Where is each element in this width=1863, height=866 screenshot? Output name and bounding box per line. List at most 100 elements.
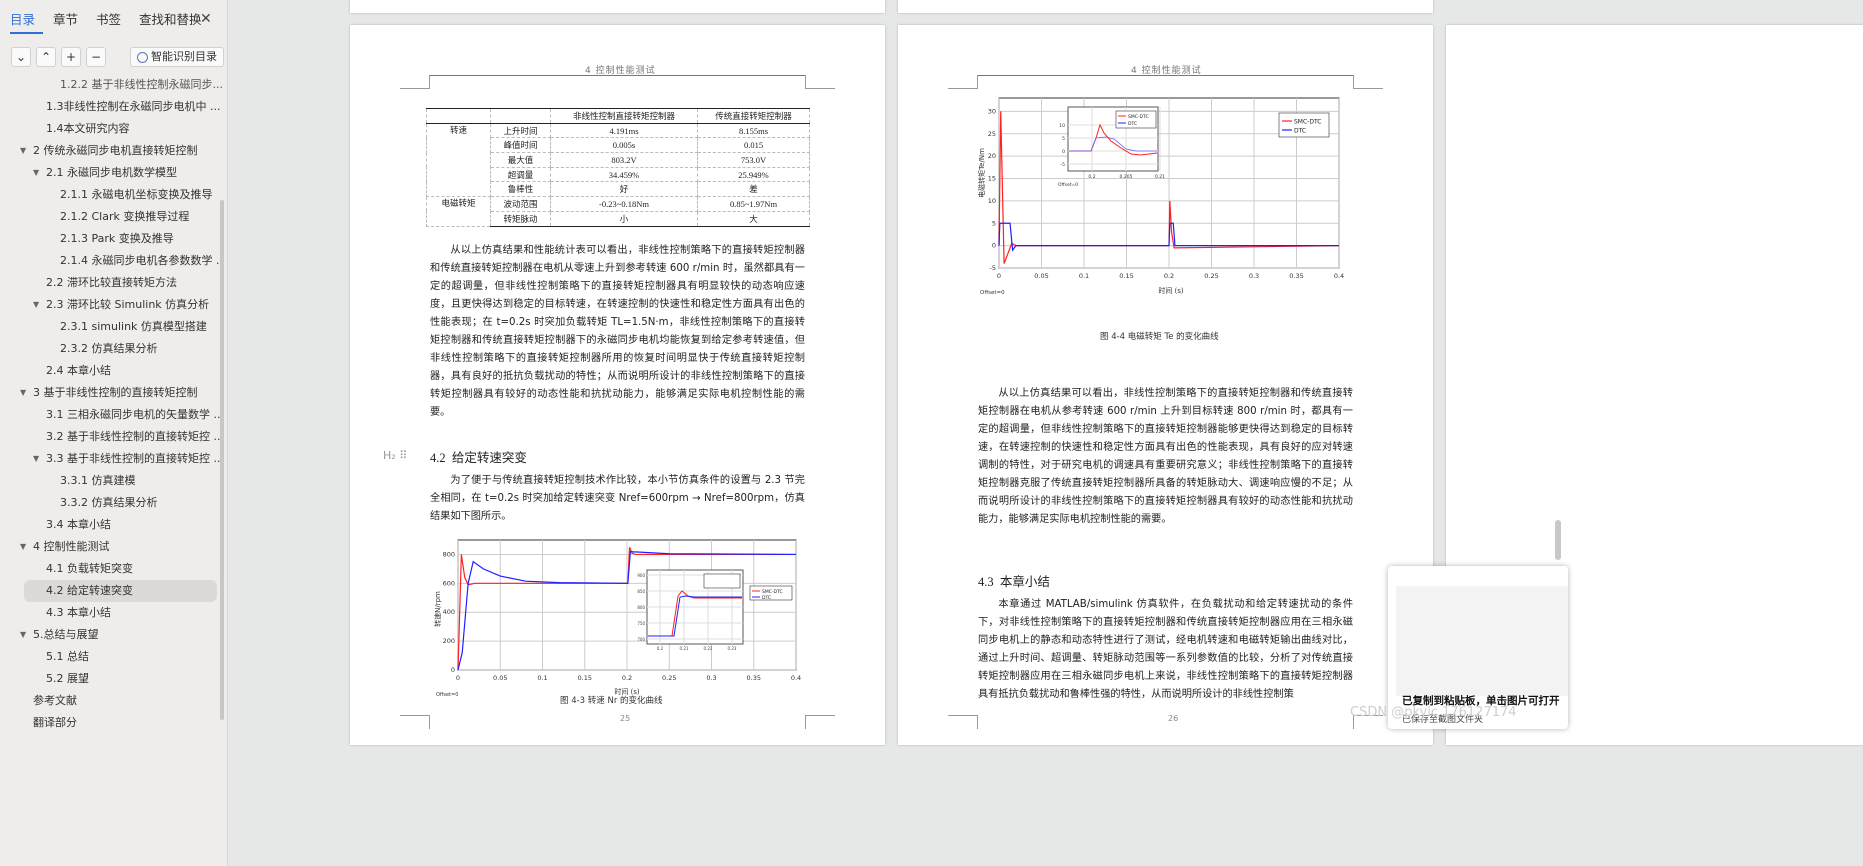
- toc-item[interactable]: ▼ 2 传统永磁同步电机直接转矩控制: [0, 140, 222, 162]
- toc-item[interactable]: ▼ 4 控制性能测试: [0, 536, 222, 558]
- expand-toggle-icon[interactable]: ▼: [20, 624, 26, 646]
- expand-toggle-icon[interactable]: ▼: [20, 382, 26, 404]
- header-rule: [978, 75, 1353, 76]
- table-cell: 34.459%: [549, 166, 699, 183]
- watermark: CSDN @pkyic 176127174: [1350, 705, 1517, 720]
- toc-item-label: 5.2 展望: [46, 672, 89, 685]
- toc-item[interactable]: 3.2 基于非线性控制的直接转矩控 ...: [0, 426, 222, 448]
- screenshot-thumbnail[interactable]: [1396, 586, 1568, 696]
- close-icon[interactable]: ✕: [200, 11, 212, 27]
- toc-item[interactable]: 2.3.2 仿真结果分析: [0, 338, 222, 360]
- expand-toggle-icon[interactable]: ▼: [33, 294, 39, 316]
- inset-y-tick: -5: [1061, 162, 1066, 168]
- add-heading-button[interactable]: +: [61, 47, 81, 67]
- toc-item[interactable]: 3.3.2 仿真结果分析: [0, 492, 222, 514]
- toc-item[interactable]: 2.1.2 Clark 变换推导过程: [0, 206, 222, 228]
- x-tick-label: 0.05: [493, 674, 507, 682]
- table-cell: 4.191ms: [549, 122, 699, 139]
- paragraph-text: 从以上仿真结果可以看出，非线性控制策略下的直接转矩控制器和传统直接转矩控制器在电…: [978, 388, 1353, 525]
- table-cell: 8.155ms: [697, 122, 810, 139]
- expand-toggle-icon[interactable]: ▼: [33, 162, 39, 184]
- offset-label: Offset=0: [436, 692, 458, 698]
- toc-item[interactable]: 4.1 负载转矩突变: [0, 558, 222, 580]
- toc-item[interactable]: 5.2 展望: [0, 668, 222, 690]
- expand-toggle-icon[interactable]: ▼: [20, 536, 26, 558]
- toc-item[interactable]: ▼ 3.3 基于非线性控制的直接转矩控 ...: [0, 448, 222, 470]
- torque-chart[interactable]: 0 0.05 0.1 0.15 0.2 0.25 0.3 0.35 0.4-5051015202…: [976, 93, 1356, 303]
- minus-icon: −: [90, 50, 102, 64]
- sidebar-scrollbar[interactable]: [220, 200, 224, 720]
- toc-item[interactable]: 5.1 总结: [0, 646, 222, 668]
- toc-list: 1.2.2 基于非线性控制永磁同步... 1.3非线性控制在永磁同步电机中 ...…: [0, 74, 222, 734]
- body-paragraph[interactable]: 为了便于与传统直接转矩控制技术作比较，本小节仿真条件的设置与 2.3 节完全相同…: [430, 472, 805, 526]
- toc-item[interactable]: 2.1.3 Park 变换及推导: [0, 228, 222, 250]
- toc-item[interactable]: ▼ 2.1 永磁同步电机数学模型: [0, 162, 222, 184]
- expand-toggle-icon[interactable]: ▼: [20, 140, 26, 162]
- toc-item-label: 5.1 总结: [46, 650, 89, 663]
- body-paragraph[interactable]: 从以上仿真结果和性能统计表可以看出，非线性控制策略下的直接转矩控制器和传统直接转…: [430, 242, 805, 422]
- app-window: 目录 章节 书签 查找和替换 ✕ ⌄ ⌃ + − 智能识别目录 1.2.2 基于…: [0, 0, 1863, 866]
- toc-item[interactable]: 翻译部分: [0, 712, 222, 734]
- table-cell: 0.85~1.97Nm: [697, 196, 810, 212]
- body-paragraph[interactable]: 本章通过 MATLAB/simulink 仿真软件，在负载扰动和给定转速扰动的条…: [978, 596, 1353, 704]
- table-row: 转速 上升时间 4.191ms 8.155ms: [426, 122, 810, 198]
- x-tick-label: 0.35: [1289, 272, 1303, 280]
- y-tick-label: 200: [443, 637, 455, 645]
- tab-find-replace[interactable]: 查找和替换: [139, 10, 210, 34]
- toc-item[interactable]: 2.1.4 永磁同步电机各参数数学 ...: [0, 250, 222, 272]
- drag-handle-icon[interactable]: ⠿: [399, 449, 407, 462]
- toc-item-label: 2.1.3 Park 变换及推导: [60, 232, 174, 245]
- navigation-pane: 目录 章节 书签 查找和替换 ✕ ⌄ ⌃ + − 智能识别目录 1.2.2 基于…: [0, 0, 228, 866]
- toc-item-label: 4.3 本章小结: [46, 606, 111, 619]
- speed-chart[interactable]: 0 0.05 0.1 0.15 0.2 0.25 0.3 0.35 0.4 0 200 400 600 8…: [432, 534, 812, 704]
- toc-item[interactable]: 2.3.1 simulink 仿真模型搭建: [0, 316, 222, 338]
- toc-item[interactable]: ▼ 3 基于非线性控制的直接转矩控制: [0, 382, 222, 404]
- remove-heading-button[interactable]: −: [86, 47, 106, 67]
- toc-item[interactable]: 2.2 滞环比较直接转矩方法: [0, 272, 222, 294]
- toc-item[interactable]: 2.1.1 永磁电机坐标变换及推导: [0, 184, 222, 206]
- toc-item[interactable]: ▼ 5.总结与展望: [0, 624, 222, 646]
- performance-table: 非线性控制直接转矩控制器 传统直接转矩控制器 转速 上升时间 4.191ms 8.15…: [426, 108, 810, 227]
- toc-item[interactable]: 1.3非线性控制在永磁同步电机中 ...: [0, 96, 222, 118]
- inset-y-tick: 750: [637, 621, 645, 626]
- toc-item[interactable]: 4.3 本章小结: [0, 602, 222, 624]
- toc-item[interactable]: 4.2 给定转速突变: [24, 580, 217, 602]
- toc-item[interactable]: ▼ 2.3 滞环比较 Simulink 仿真分析: [0, 294, 222, 316]
- previous-page-bottom: [898, 0, 1433, 13]
- smart-toc-button[interactable]: 智能识别目录: [130, 47, 224, 67]
- h2-badge: H₂: [383, 449, 396, 462]
- section-heading[interactable]: 4.3 本章小结: [978, 571, 1050, 590]
- table-cell: 波动范围: [490, 196, 551, 212]
- inset-x-tick: 0.22: [704, 646, 713, 651]
- collapse-all-button[interactable]: ⌄: [11, 47, 31, 67]
- toc-item[interactable]: 1.2.2 基于非线性控制永磁同步...: [0, 74, 222, 96]
- tab-toc[interactable]: 目录: [10, 10, 44, 34]
- table-cell: 鲁棒性: [490, 181, 551, 198]
- expand-up-button[interactable]: ⌃: [36, 47, 56, 67]
- toc-item[interactable]: 1.4本文研究内容: [0, 118, 222, 140]
- heading-level-marker[interactable]: H₂ ⠿: [383, 449, 407, 462]
- x-tick-label: 0.15: [578, 674, 592, 682]
- toc-item[interactable]: 3.4 本章小结: [0, 514, 222, 536]
- toc-toolbar: ⌄ ⌃ + −: [11, 47, 106, 67]
- toc-item[interactable]: 3.1 三相永磁同步电机的矢量数学 ...: [0, 404, 222, 426]
- section-heading[interactable]: 4.2 给定转速突变: [430, 447, 527, 466]
- x-tick-label: 0.3: [1249, 272, 1259, 280]
- document-scrollbar[interactable]: [1555, 520, 1561, 560]
- tab-chapters[interactable]: 章节: [53, 10, 86, 34]
- table-cell: 好: [549, 181, 699, 198]
- tab-bookmarks[interactable]: 书签: [96, 10, 129, 34]
- body-paragraph[interactable]: 从以上仿真结果可以看出，非线性控制策略下的直接转矩控制器和传统直接转矩控制器在电…: [978, 385, 1353, 529]
- x-tick-label: 0.15: [1119, 272, 1133, 280]
- margin-corner: [948, 715, 978, 729]
- x-tick-label: 0: [997, 272, 1001, 280]
- table-cell: 转矩脉动: [490, 210, 551, 227]
- table-cell: 最大值: [490, 152, 551, 168]
- toc-item[interactable]: 参考文献: [0, 690, 222, 712]
- toc-item[interactable]: 3.3.1 仿真建模: [0, 470, 222, 492]
- toc-item-label: 2 传统永磁同步电机直接转矩控制: [33, 144, 198, 157]
- y-tick-label: 15: [988, 175, 996, 183]
- toc-item[interactable]: 2.4 本章小结: [0, 360, 222, 382]
- smart-recognition-icon: [137, 51, 148, 63]
- expand-toggle-icon[interactable]: ▼: [33, 448, 39, 470]
